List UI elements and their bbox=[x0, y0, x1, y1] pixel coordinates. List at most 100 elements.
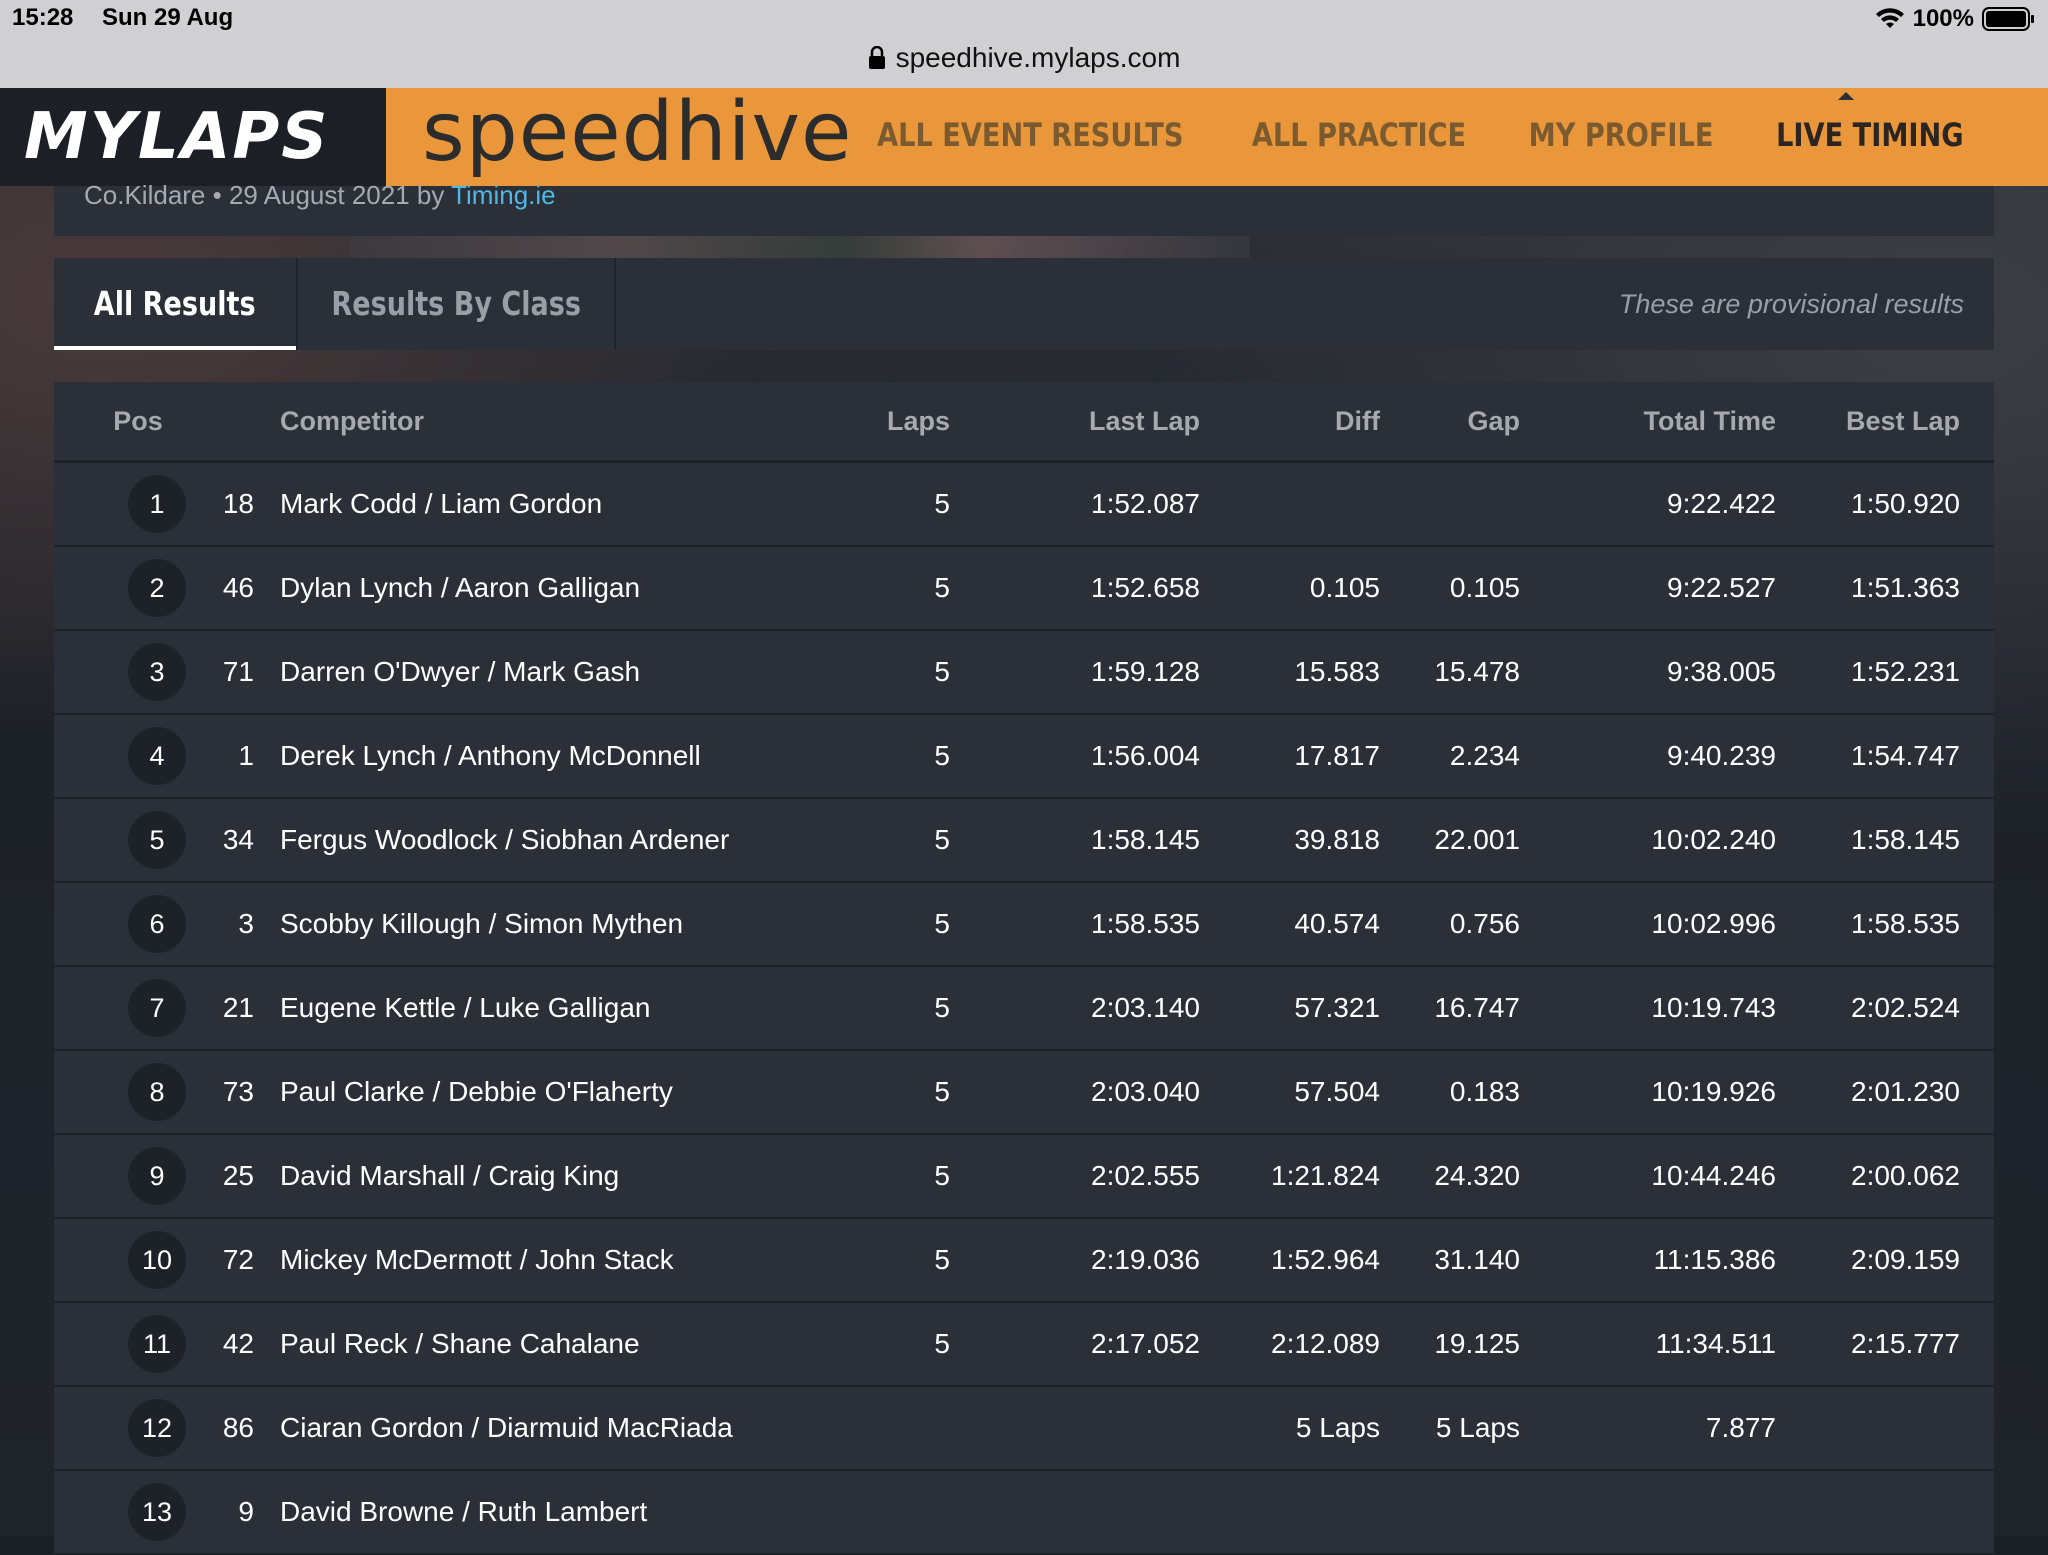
table-row[interactable]: 10 72 Mickey McDermott / John Stack 5 2:19.0… bbox=[54, 1219, 1994, 1303]
diff-value: 1:21.824 bbox=[1271, 1160, 1380, 1191]
competitor-name[interactable]: Darren O'Dwyer / Mark Gash bbox=[280, 631, 640, 713]
car-number: 71 bbox=[222, 656, 254, 687]
car-number: 46 bbox=[222, 572, 254, 603]
tab-results-by-class[interactable]: Results By Class bbox=[296, 258, 616, 350]
position-badge: 6 bbox=[128, 895, 186, 953]
gap-value: 2.234 bbox=[1449, 740, 1520, 771]
gap-value: 5 Laps bbox=[1435, 1412, 1520, 1443]
competitor-name[interactable]: Paul Clarke / Debbie O'Flaherty bbox=[280, 1051, 673, 1133]
header-laps[interactable]: Laps bbox=[887, 382, 950, 460]
table-row[interactable]: 5 34 Fergus Woodlock / Siobhan Ardener 5 1:5… bbox=[54, 799, 1994, 883]
position-badge: 13 bbox=[128, 1483, 186, 1541]
address-bar[interactable]: speedhive.mylaps.com bbox=[0, 38, 2048, 78]
table-row[interactable]: 13 9 David Browne / Ruth Lambert bbox=[54, 1471, 1994, 1555]
speedhive-logo[interactable]: speedhive bbox=[422, 88, 852, 178]
last-lap-value: 2:03.140 bbox=[1091, 992, 1200, 1023]
best-lap-value: 2:15.777 bbox=[1851, 1328, 1960, 1359]
best-lap-value: 1:58.535 bbox=[1851, 908, 1960, 939]
total-time-value: 9:38.005 bbox=[1667, 656, 1776, 687]
position-badge: 12 bbox=[128, 1399, 186, 1457]
competitor-name[interactable]: Derek Lynch / Anthony McDonnell bbox=[280, 715, 701, 797]
position-badge: 4 bbox=[128, 727, 186, 785]
header-best-lap[interactable]: Best Lap bbox=[1846, 382, 1960, 460]
header-total-time[interactable]: Total Time bbox=[1643, 382, 1776, 460]
car-number: 3 bbox=[238, 908, 254, 939]
nav-live-timing[interactable]: LIVE TIMING bbox=[1776, 116, 1964, 154]
gap-value: 31.140 bbox=[1434, 1244, 1520, 1275]
laps-value: 5 bbox=[934, 488, 950, 519]
car-number: 9 bbox=[238, 1496, 254, 1527]
diff-value: 1:52.964 bbox=[1271, 1244, 1380, 1275]
last-lap-value: 1:52.087 bbox=[1091, 488, 1200, 519]
table-row[interactable]: 7 21 Eugene Kettle / Luke Galligan 5 2:03.14… bbox=[54, 967, 1994, 1051]
table-row[interactable]: 2 46 Dylan Lynch / Aaron Galligan 5 1:52.658… bbox=[54, 547, 1994, 631]
diff-value: 0.105 bbox=[1309, 572, 1380, 603]
best-lap-value: 2:01.230 bbox=[1851, 1076, 1960, 1107]
header-last-lap[interactable]: Last Lap bbox=[1089, 382, 1200, 460]
table-row[interactable]: 6 3 Scobby Killough / Simon Mythen 5 1:58.53… bbox=[54, 883, 1994, 967]
diff-value: 15.583 bbox=[1294, 656, 1380, 687]
header-diff[interactable]: Diff bbox=[1335, 382, 1380, 460]
table-row[interactable]: 3 71 Darren O'Dwyer / Mark Gash 5 1:59.128 15… bbox=[54, 631, 1994, 715]
competitor-name[interactable]: Paul Reck / Shane Cahalane bbox=[280, 1303, 640, 1385]
car-number: 21 bbox=[222, 992, 254, 1023]
laps-value: 5 bbox=[934, 656, 950, 687]
nav-my-profile[interactable]: MY PROFILE bbox=[1529, 116, 1714, 154]
tab-all-results[interactable]: All Results bbox=[54, 258, 296, 350]
results-table: Pos Competitor Laps Last Lap Diff Gap To… bbox=[54, 382, 1994, 1555]
gap-value: 16.747 bbox=[1434, 992, 1520, 1023]
status-bar: 15:28 Sun 29 Aug 100% speedhive.mylaps.c… bbox=[0, 0, 2048, 88]
competitor-name[interactable]: Scobby Killough / Simon Mythen bbox=[280, 883, 683, 965]
laps-value: 5 bbox=[934, 1244, 950, 1275]
diff-value: 2:12.089 bbox=[1271, 1328, 1380, 1359]
total-time-value: 10:02.240 bbox=[1651, 824, 1776, 855]
table-row[interactable]: 8 73 Paul Clarke / Debbie O'Flaherty 5 2:03.… bbox=[54, 1051, 1994, 1135]
total-time-value: 10:02.996 bbox=[1651, 908, 1776, 939]
gap-value: 0.183 bbox=[1449, 1076, 1520, 1107]
best-lap-value: 2:00.062 bbox=[1851, 1160, 1960, 1191]
nav-all-event-results[interactable]: ALL EVENT RESULTS bbox=[877, 116, 1183, 154]
table-row[interactable]: 9 25 David Marshall / Craig King 5 2:02.555 1… bbox=[54, 1135, 1994, 1219]
total-time-value: 9:22.422 bbox=[1667, 488, 1776, 519]
competitor-name[interactable]: Eugene Kettle / Luke Galligan bbox=[280, 967, 650, 1049]
total-time-value: 7.877 bbox=[1705, 1412, 1776, 1443]
header-gap[interactable]: Gap bbox=[1467, 382, 1520, 460]
competitor-name[interactable]: Dylan Lynch / Aaron Galligan bbox=[280, 547, 640, 629]
competitor-name[interactable]: Mickey McDermott / John Stack bbox=[280, 1219, 674, 1301]
tab-all-results-label: All Results bbox=[94, 284, 256, 323]
battery-icon bbox=[1982, 7, 2034, 31]
diff-value: 5 Laps bbox=[1295, 1412, 1380, 1443]
diff-value: 40.574 bbox=[1294, 908, 1380, 939]
competitor-name[interactable]: Fergus Woodlock / Siobhan Ardener bbox=[280, 799, 729, 881]
position-badge: 5 bbox=[128, 811, 186, 869]
best-lap-value: 2:09.159 bbox=[1851, 1244, 1960, 1275]
total-time-value: 11:34.511 bbox=[1655, 1328, 1776, 1359]
laps-value: 5 bbox=[934, 908, 950, 939]
competitor-name[interactable]: David Marshall / Craig King bbox=[280, 1135, 619, 1217]
header-competitor[interactable]: Competitor bbox=[280, 382, 424, 460]
table-body: 1 18 Mark Codd / Liam Gordon 5 1:52.087 9:22.… bbox=[54, 463, 1994, 1555]
last-lap-value: 2:02.555 bbox=[1091, 1160, 1200, 1191]
table-row[interactable]: 4 1 Derek Lynch / Anthony McDonnell 5 1:56.0… bbox=[54, 715, 1994, 799]
best-lap-value: 1:52.231 bbox=[1851, 656, 1960, 687]
position-badge: 2 bbox=[128, 559, 186, 617]
car-number: 18 bbox=[222, 488, 254, 519]
table-row[interactable]: 1 18 Mark Codd / Liam Gordon 5 1:52.087 9:22.… bbox=[54, 463, 1994, 547]
position-badge: 9 bbox=[128, 1147, 186, 1205]
competitor-name[interactable]: Ciaran Gordon / Diarmuid MacRiada bbox=[280, 1387, 733, 1469]
car-number: 1 bbox=[238, 740, 254, 771]
gap-value: 22.001 bbox=[1434, 824, 1520, 855]
position-badge: 10 bbox=[128, 1231, 186, 1289]
battery-percent: 100% bbox=[1912, 5, 1974, 32]
competitor-name[interactable]: Mark Codd / Liam Gordon bbox=[280, 463, 602, 545]
table-row[interactable]: 12 86 Ciaran Gordon / Diarmuid MacRiada 5 L… bbox=[54, 1387, 1994, 1471]
last-lap-value: 1:58.145 bbox=[1091, 824, 1200, 855]
nav-all-practice[interactable]: ALL PRACTICE bbox=[1252, 116, 1466, 154]
mylaps-logo[interactable]: MYLAPS bbox=[0, 88, 386, 186]
organizer-link[interactable]: Timing.ie bbox=[451, 180, 556, 210]
header-pos[interactable]: Pos bbox=[108, 382, 168, 460]
table-row[interactable]: 11 42 Paul Reck / Shane Cahalane 5 2:17.052 2… bbox=[54, 1303, 1994, 1387]
last-lap-value: 2:19.036 bbox=[1091, 1244, 1200, 1275]
competitor-name[interactable]: David Browne / Ruth Lambert bbox=[280, 1471, 647, 1553]
position-badge: 11 bbox=[128, 1315, 186, 1373]
